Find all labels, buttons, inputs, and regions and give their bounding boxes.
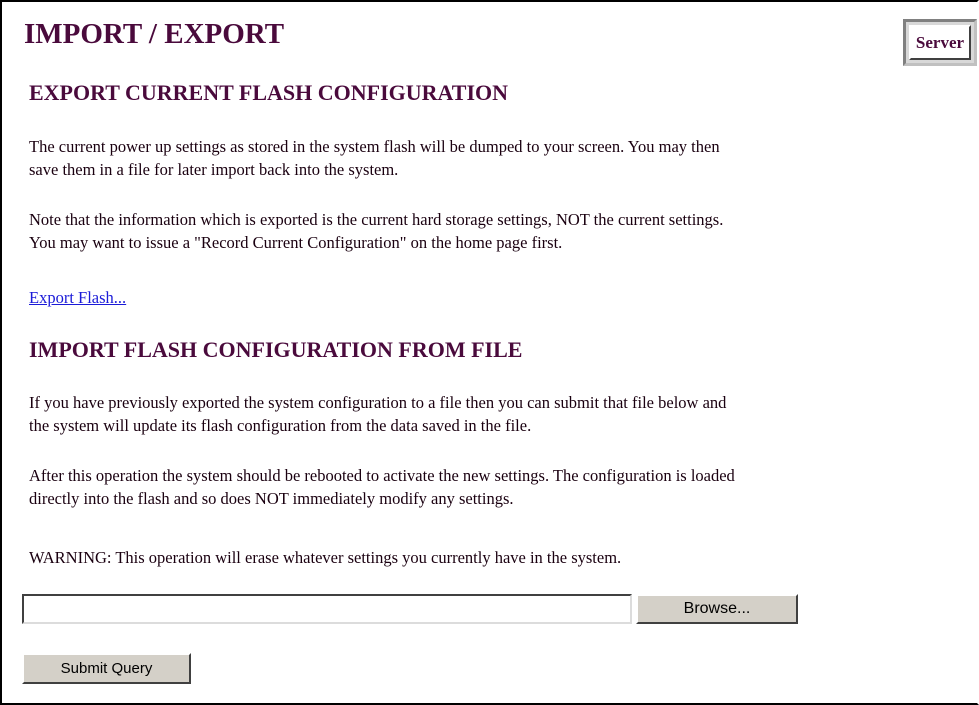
- server-button[interactable]: Server: [903, 19, 977, 66]
- export-flash-link[interactable]: Export Flash...: [29, 288, 126, 308]
- import-paragraph-1-line-2: the system will update its flash configu…: [29, 416, 532, 435]
- submit-query-button[interactable]: Submit Query: [22, 653, 191, 684]
- import-paragraph-1: If you have previously exported the syst…: [29, 391, 979, 437]
- page-frame: IMPORT / EXPORT Server EXPORT CURRENT FL…: [0, 0, 979, 705]
- export-paragraph-1-line-2: save them in a file for later import bac…: [29, 160, 399, 179]
- server-button-label[interactable]: Server: [909, 25, 971, 60]
- export-section-heading: EXPORT CURRENT FLASH CONFIGURATION: [29, 80, 509, 105]
- file-path-input[interactable]: [22, 594, 632, 624]
- export-paragraph-2-line-1: Note that the information which is expor…: [29, 210, 724, 229]
- import-warning: WARNING: This operation will erase whate…: [29, 548, 622, 567]
- browse-button[interactable]: Browse...: [636, 594, 798, 624]
- export-paragraph-2: Note that the information which is expor…: [29, 208, 979, 254]
- page-title: IMPORT / EXPORT: [24, 18, 285, 50]
- import-paragraph-2: After this operation the system should b…: [29, 464, 979, 510]
- export-paragraph-2-line-2: You may want to issue a "Record Current …: [29, 233, 563, 252]
- import-paragraph-1-line-1: If you have previously exported the syst…: [29, 393, 727, 412]
- export-paragraph-1: The current power up settings as stored …: [29, 135, 979, 181]
- export-paragraph-1-line-1: The current power up settings as stored …: [29, 137, 720, 156]
- import-paragraph-2-line-2: directly into the flash and so does NOT …: [29, 489, 514, 508]
- import-paragraph-2-line-1: After this operation the system should b…: [29, 466, 735, 485]
- import-section-heading: IMPORT FLASH CONFIGURATION FROM FILE: [29, 337, 523, 362]
